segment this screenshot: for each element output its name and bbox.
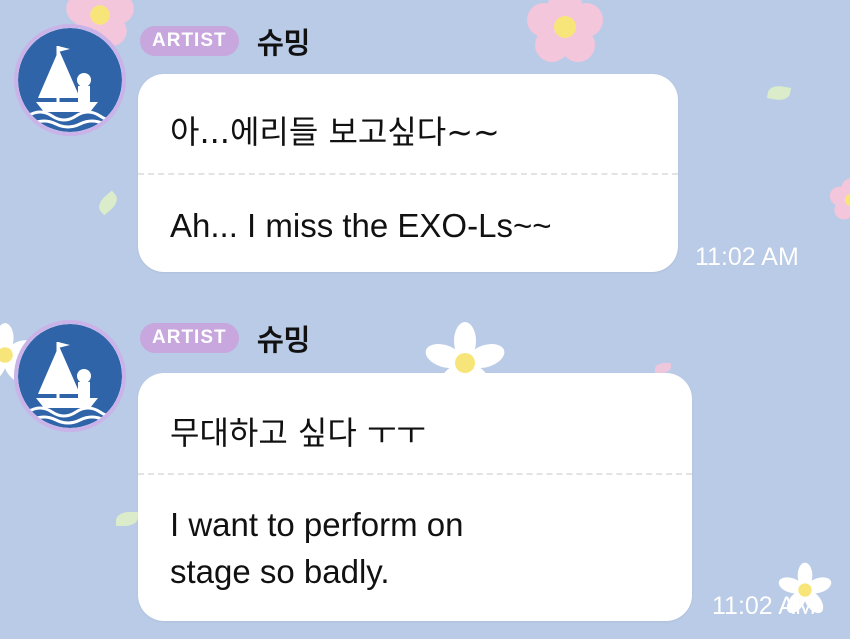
message-korean-text: 아...에리들 보고싶다~~ [170,113,500,151]
message-korean-text: 무대하고 싶다 ㅜㅜ [170,414,426,452]
pink-flower-icon [829,178,850,220]
artist-badge: ARTIST [140,26,239,56]
translation-divider [138,473,692,475]
message-timestamp: 11:02 AM [695,243,799,271]
sender-name: 슈밍 [257,26,311,60]
message-english-line: I want to perform on [170,506,464,543]
message-english-text: Ah... I miss the EXO-Ls~~ [170,207,552,244]
translation-divider [138,173,678,175]
ship-sailor-avatar-icon [18,28,122,132]
avatar[interactable] [14,24,126,136]
leaf-icon [655,363,671,373]
pink-flower-icon [527,0,603,62]
ship-sailor-avatar-icon [18,324,122,428]
leaf-icon [766,84,792,102]
leaf-icon [95,190,121,216]
avatar[interactable] [14,320,126,432]
leaf-icon [116,512,138,526]
message-english-line: stage so badly. [170,553,390,590]
message-timestamp: 11:02 AM [712,592,816,620]
message-bubble[interactable]: 무대하고 싶다 ㅜㅜ I want to perform on stage so… [138,373,692,621]
sender-name: 슈밍 [257,323,311,357]
message-bubble[interactable]: 아...에리들 보고싶다~~ Ah... I miss the EXO-Ls~~ [138,74,678,272]
artist-badge: ARTIST [140,323,239,353]
